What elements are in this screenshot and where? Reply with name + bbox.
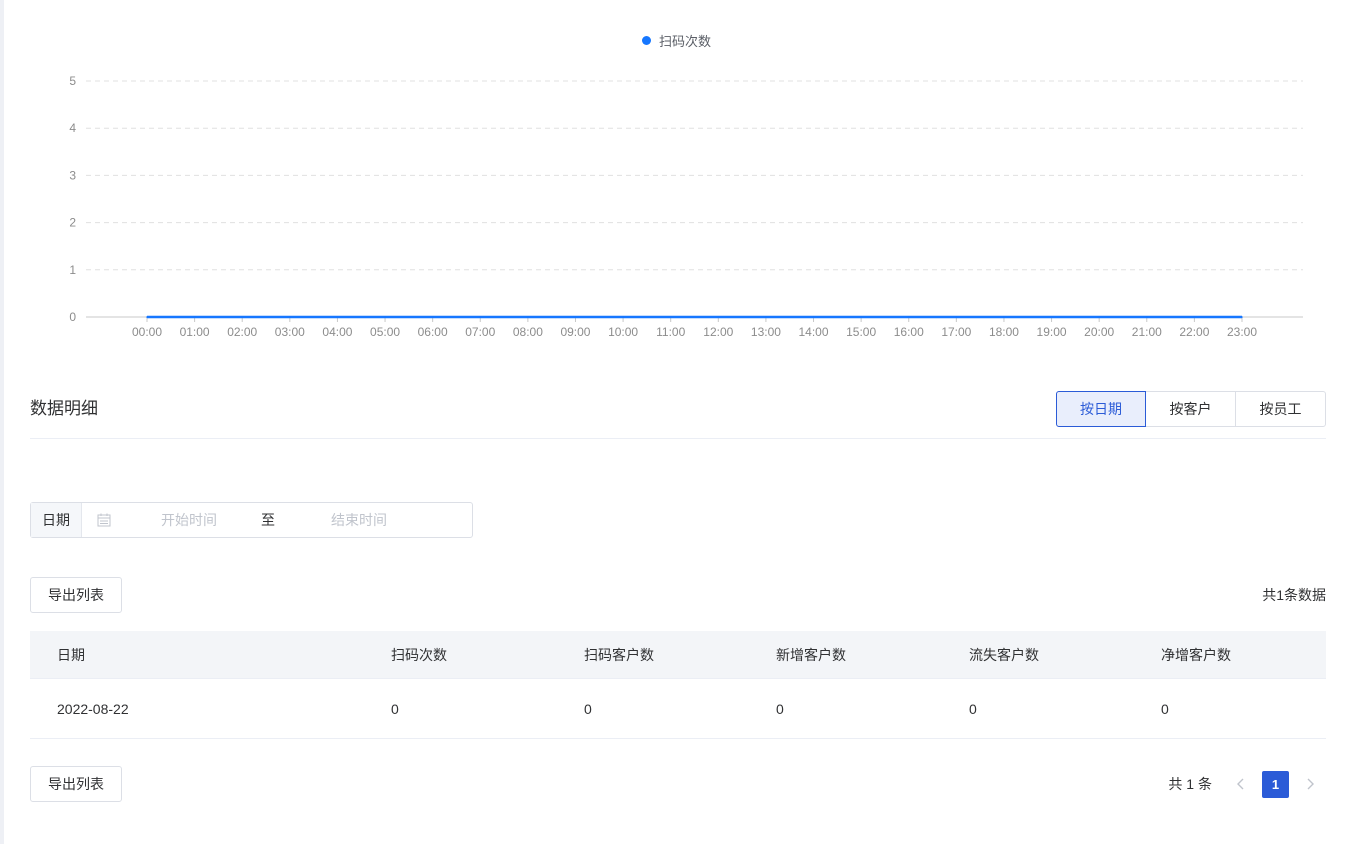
x-tick-label: 06:00 — [418, 325, 448, 339]
x-tick-label: 10:00 — [608, 325, 638, 339]
section-divider — [30, 438, 1326, 439]
x-tick-label: 15:00 — [846, 325, 876, 339]
x-tick-label: 21:00 — [1132, 325, 1162, 339]
y-tick-label: 1 — [69, 263, 76, 277]
data-point — [765, 316, 767, 318]
col-header-net-customers: 净增客户数 — [1161, 646, 1231, 663]
cell-date: 2022-08-22 — [57, 700, 129, 717]
legend-marker — [642, 35, 651, 45]
table-header: 日期 扫码次数 扫码客户数 新增客户数 流失客户数 净增客户数 — [30, 631, 1326, 679]
data-point — [1193, 316, 1196, 318]
calendar-icon — [96, 512, 112, 528]
x-tick-label: 19:00 — [1037, 325, 1067, 339]
y-tick-label: 3 — [69, 168, 76, 182]
pagination-total: 共 1 条 — [1168, 776, 1212, 792]
end-date-input[interactable] — [302, 511, 416, 529]
data-point — [907, 316, 910, 318]
section-title: 数据明细 — [30, 399, 98, 418]
view-mode-toggle: 按日期 按客户 按员工 — [1056, 391, 1326, 427]
x-tick-label: 12:00 — [703, 325, 733, 339]
data-point — [1145, 316, 1148, 318]
data-point — [717, 316, 720, 318]
x-tick-label: 08:00 — [513, 325, 543, 339]
chart-legend[interactable]: 扫码次数 — [642, 30, 711, 50]
cell-scan-customers: 0 — [584, 700, 592, 717]
line-chart: 0 1 2 3 4 5 00:00 01:00 02:00 03:00 04:00 05:00 06:0… — [69, 74, 1303, 339]
col-header-scan-customers: 扫码客户数 — [584, 646, 654, 663]
cell-scan-count: 0 — [391, 700, 399, 717]
pagination: 共 1 条 1 — [1168, 770, 1325, 798]
x-tick-label: 23:00 — [1227, 325, 1257, 339]
data-point — [669, 316, 672, 318]
x-tick-label: 05:00 — [370, 325, 400, 339]
x-tick-label: 13:00 — [751, 325, 781, 339]
tab-by-date[interactable]: 按日期 — [1056, 391, 1146, 427]
data-point — [955, 316, 958, 318]
data-point — [431, 316, 434, 318]
total-count-text: 共1条数据 — [1262, 587, 1326, 603]
tab-by-employee[interactable]: 按员工 — [1235, 391, 1326, 427]
data-point — [622, 316, 624, 318]
table-row: 2022-08-22 0 0 0 0 0 — [30, 679, 1326, 739]
data-point — [193, 316, 196, 318]
export-list-button-top[interactable]: 导出列表 — [30, 577, 122, 613]
x-tick-label: 00:00 — [132, 325, 162, 339]
date-filter-label: 日期 — [31, 503, 82, 537]
x-tick-label: 03:00 — [275, 325, 305, 339]
y-tick-label: 2 — [69, 216, 76, 230]
x-tick-label: 07:00 — [465, 325, 495, 339]
data-point — [336, 316, 339, 318]
x-tick-label: 04:00 — [322, 325, 352, 339]
data-point — [1003, 316, 1005, 318]
tab-by-customer[interactable]: 按客户 — [1145, 391, 1236, 427]
data-point — [289, 316, 291, 318]
start-date-input[interactable] — [132, 511, 246, 529]
export-list-button-bottom[interactable]: 导出列表 — [30, 766, 122, 802]
x-tick-label: 02:00 — [227, 325, 257, 339]
prev-page-chevron-icon[interactable] — [1226, 770, 1256, 798]
data-point — [146, 316, 148, 318]
y-tick-label: 4 — [69, 121, 76, 135]
data-point — [1241, 316, 1243, 318]
legend-label: 扫码次数 — [659, 33, 712, 49]
cell-lost-customers: 0 — [969, 700, 977, 717]
cell-net-customers: 0 — [1161, 700, 1169, 717]
x-tick-label: 01:00 — [180, 325, 210, 339]
x-tick-label: 09:00 — [560, 325, 590, 339]
col-header-scan-count: 扫码次数 — [391, 646, 447, 663]
data-point — [860, 316, 862, 318]
data-point — [384, 316, 386, 318]
col-header-date: 日期 — [57, 646, 85, 663]
col-header-new-customers: 新增客户数 — [776, 646, 846, 663]
data-point — [1098, 316, 1100, 318]
next-page-chevron-icon[interactable] — [1295, 770, 1325, 798]
cell-new-customers: 0 — [776, 700, 784, 717]
data-point — [1050, 316, 1053, 318]
data-point — [479, 316, 482, 318]
x-tick-label: 16:00 — [894, 325, 924, 339]
y-tick-label: 5 — [69, 74, 76, 88]
data-point — [241, 316, 244, 318]
data-point — [812, 316, 815, 318]
y-tick-label: 0 — [69, 310, 76, 324]
data-table: 日期 扫码次数 扫码客户数 新增客户数 流失客户数 净增客户数 2022-08-… — [30, 631, 1326, 739]
x-tick-label: 17:00 — [941, 325, 971, 339]
x-tick-label: 22:00 — [1179, 325, 1209, 339]
x-tick-label: 18:00 — [989, 325, 1019, 339]
data-point — [574, 316, 577, 318]
date-range-separator: 至 — [261, 512, 275, 528]
col-header-lost-customers: 流失客户数 — [969, 646, 1039, 663]
x-tick-label: 20:00 — [1084, 325, 1114, 339]
x-tick-label: 11:00 — [656, 325, 685, 339]
page-number-current[interactable]: 1 — [1262, 770, 1289, 798]
x-tick-label: 14:00 — [799, 325, 829, 339]
data-point — [527, 316, 529, 318]
date-range-filter: 日期 至 — [30, 502, 473, 538]
